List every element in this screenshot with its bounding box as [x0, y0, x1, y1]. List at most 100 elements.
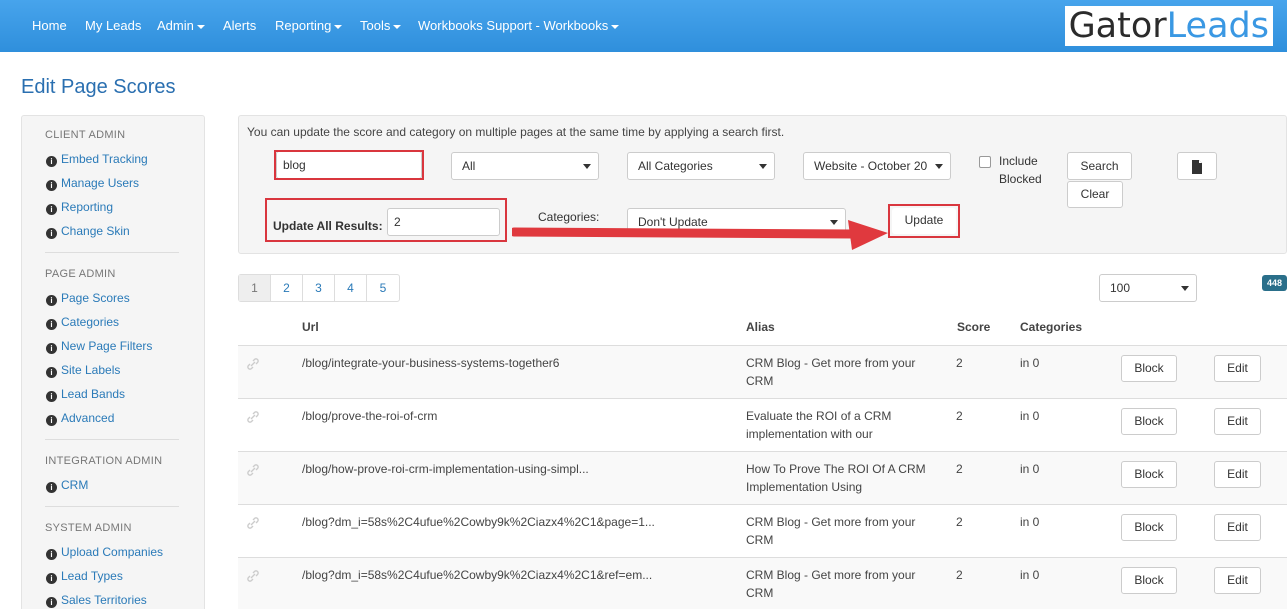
sidebar-heading-integration-admin: INTEGRATION ADMIN: [45, 455, 163, 467]
sidebar-heading-client-admin: CLIENT ADMIN: [45, 129, 126, 141]
block-button[interactable]: Block: [1121, 461, 1177, 488]
block-button[interactable]: Block: [1121, 355, 1177, 382]
page-2[interactable]: 2: [271, 275, 303, 301]
column-header-url[interactable]: Url: [302, 320, 319, 334]
sidebar-item-site-labels[interactable]: i Site Labels: [46, 363, 120, 378]
nav-workbooks-support[interactable]: Workbooks Support - Workbooks: [418, 18, 620, 33]
file-icon: [1192, 160, 1202, 174]
per-page-select[interactable]: 100: [1099, 274, 1197, 302]
export-button[interactable]: [1177, 152, 1217, 180]
block-button[interactable]: Block: [1121, 567, 1177, 594]
nav-reporting[interactable]: Reporting: [275, 18, 343, 33]
link-icon: [247, 411, 259, 423]
sidebar-item-advanced[interactable]: i Advanced: [46, 411, 114, 426]
gatorleads-logo[interactable]: GatorLeads: [1064, 6, 1273, 46]
edit-button[interactable]: Edit: [1214, 461, 1261, 488]
sidebar-item-crm[interactable]: i CRM: [46, 478, 88, 493]
table-row: /blog/how-prove-roi-crm-implementation-u…: [238, 451, 1287, 504]
column-header-alias[interactable]: Alias: [746, 320, 775, 334]
info-icon: i: [46, 573, 57, 584]
edit-button[interactable]: Edit: [1214, 514, 1261, 541]
link-icon: [247, 570, 259, 582]
sidebar-item-manage-users[interactable]: i Manage Users: [46, 176, 139, 191]
nav-tools[interactable]: Tools: [360, 18, 402, 33]
row-score: 2: [956, 409, 963, 423]
info-icon: i: [46, 156, 57, 167]
page-5[interactable]: 5: [367, 275, 399, 301]
sidebar-divider: [45, 506, 179, 507]
nav-workbooks-support-label: Workbooks Support - Workbooks: [418, 18, 609, 33]
sidebar-item-reporting[interactable]: i Reporting: [46, 200, 113, 215]
sidebar-item-embed-tracking[interactable]: i Embed Tracking: [46, 152, 148, 167]
info-icon: i: [46, 415, 57, 426]
sidebar-item-label: Categories: [61, 315, 120, 329]
row-alias-line1: Evaluate the ROI of a CRM: [746, 409, 892, 423]
sidebar-item-label: Lead Bands: [61, 387, 126, 401]
sidebar-item-page-scores[interactable]: i Page Scores: [46, 291, 130, 306]
column-header-categories[interactable]: Categories: [1020, 320, 1082, 334]
sidebar-item-label: CRM: [61, 478, 89, 492]
result-count-badge: 448: [1262, 275, 1287, 291]
row-url: /blog/how-prove-roi-crm-implementation-u…: [302, 462, 589, 476]
sidebar-item-label: Advanced: [61, 411, 115, 425]
block-button[interactable]: Block: [1121, 408, 1177, 435]
row-alias-line1: CRM Blog - Get more from your: [746, 515, 916, 529]
sidebar-item-sales-territories[interactable]: i Sales Territories: [46, 593, 147, 608]
nav-admin-label: Admin: [157, 18, 194, 33]
update-score-input[interactable]: 2: [387, 208, 500, 236]
edit-button[interactable]: Edit: [1214, 408, 1261, 435]
info-icon: i: [46, 482, 57, 493]
page-3[interactable]: 3: [303, 275, 335, 301]
sidebar-item-lead-bands[interactable]: i Lead Bands: [46, 387, 125, 402]
nav-home[interactable]: Home: [32, 18, 67, 33]
nav-my-leads-label: My Leads: [85, 18, 142, 33]
nav-my-leads[interactable]: My Leads: [85, 18, 141, 33]
status-filter-value: All: [462, 159, 476, 173]
row-alias-line2: CRM: [746, 586, 774, 600]
sidebar-item-lead-types[interactable]: i Lead Types: [46, 569, 123, 584]
row-categories: in 0: [1020, 409, 1040, 423]
info-icon: i: [46, 391, 57, 402]
include-blocked-checkbox[interactable]: [979, 156, 991, 168]
nav-reporting-label: Reporting: [275, 18, 332, 33]
sidebar-item-change-skin[interactable]: i Change Skin: [46, 224, 130, 239]
clear-button[interactable]: Clear: [1067, 181, 1123, 208]
page-1[interactable]: 1: [239, 275, 271, 301]
nav-alerts[interactable]: Alerts: [223, 18, 256, 33]
table-row: /blog/prove-the-roi-of-crm Evaluate the …: [238, 398, 1287, 451]
link-icon: [247, 464, 259, 476]
info-icon: i: [46, 549, 57, 560]
logo-text-gator: Gator: [1068, 6, 1167, 46]
per-page-value: 100: [1110, 281, 1131, 295]
row-alias-line2: CRM: [746, 374, 774, 388]
website-filter-select[interactable]: Website - October 20: [803, 152, 951, 180]
column-header-score[interactable]: Score: [957, 320, 990, 334]
status-filter-select[interactable]: All: [451, 152, 599, 180]
sidebar-heading-system-admin: SYSTEM ADMIN: [45, 522, 132, 534]
sidebar-item-label: Page Scores: [61, 291, 130, 305]
sidebar-item-categories[interactable]: i Categories: [46, 315, 119, 330]
include-blocked-label-line2: Blocked: [999, 172, 1042, 186]
nav-admin[interactable]: Admin: [157, 18, 205, 33]
row-alias-line2: CRM: [746, 533, 774, 547]
info-icon: i: [46, 295, 57, 306]
edit-button[interactable]: Edit: [1214, 355, 1261, 382]
row-categories: in 0: [1020, 462, 1040, 476]
sidebar-divider: [45, 252, 179, 253]
table-row: /blog/integrate-your-business-systems-to…: [238, 345, 1287, 398]
sidebar-item-new-page-filters[interactable]: i New Page Filters: [46, 339, 152, 354]
info-icon: i: [46, 204, 57, 215]
sidebar-item-upload-companies[interactable]: i Upload Companies: [46, 545, 163, 560]
nav-alerts-label: Alerts: [223, 18, 257, 33]
search-input[interactable]: blog: [276, 151, 422, 179]
update-button[interactable]: Update: [892, 208, 956, 234]
block-button[interactable]: Block: [1121, 514, 1177, 541]
edit-button[interactable]: Edit: [1214, 567, 1261, 594]
category-filter-select[interactable]: All Categories: [627, 152, 775, 180]
sidebar-item-label: Manage Users: [61, 176, 140, 190]
row-categories: in 0: [1020, 356, 1040, 370]
update-all-label: Update All Results:: [273, 219, 383, 233]
page-4[interactable]: 4: [335, 275, 367, 301]
search-button[interactable]: Search: [1067, 152, 1132, 180]
logo-text-leads: Leads: [1166, 6, 1269, 46]
